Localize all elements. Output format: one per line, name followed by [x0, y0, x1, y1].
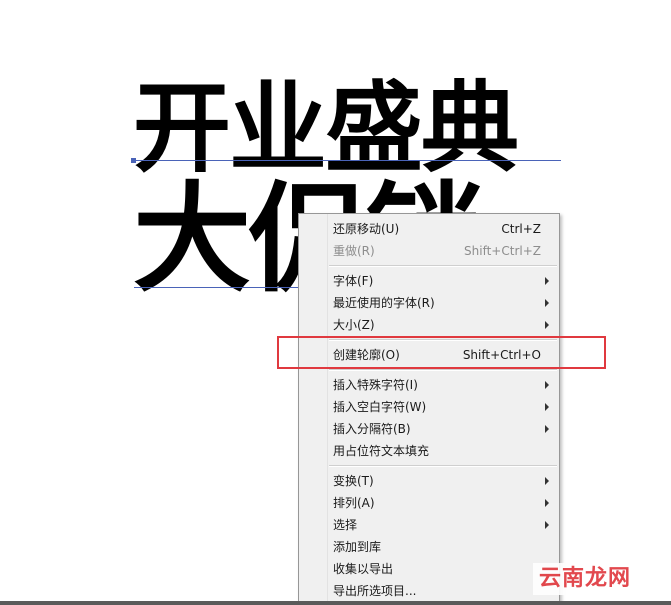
submenu-arrow-icon: [545, 299, 549, 307]
submenu-arrow-icon: [545, 477, 549, 485]
menu-item-transform[interactable]: 变换(T): [299, 470, 559, 492]
watermark-logo: 云南龙网: [533, 563, 637, 595]
menu-item-shortcut: Ctrl+Z: [501, 222, 541, 236]
menu-item-size[interactable]: 大小(Z): [299, 314, 559, 336]
submenu-arrow-icon: [545, 499, 549, 507]
menu-separator: [329, 339, 557, 341]
menu-item-insert-break[interactable]: 插入分隔符(B): [299, 418, 559, 440]
menu-item-arrange[interactable]: 排列(A): [299, 492, 559, 514]
headline-text-line1[interactable]: 开业盛典: [133, 80, 519, 178]
menu-item-label: 大小(Z): [333, 318, 375, 332]
menu-item-shortcut: Shift+Ctrl+O: [462, 348, 541, 362]
menu-item-fill-placeholder[interactable]: 用占位符文本填充: [299, 440, 559, 462]
menu-item-label: 收集以导出: [333, 562, 394, 576]
menu-item-recent-fonts[interactable]: 最近使用的字体(R): [299, 292, 559, 314]
submenu-arrow-icon: [545, 403, 549, 411]
menu-separator: [329, 369, 557, 371]
menu-item-label: 变换(T): [333, 474, 374, 488]
menu-item-undo[interactable]: 还原移动(U) Ctrl+Z: [299, 218, 559, 240]
menu-separator: [329, 465, 557, 467]
menu-item-collect-export[interactable]: 收集以导出: [299, 558, 559, 580]
menu-item-label: 创建轮廓(O): [333, 348, 400, 362]
submenu-arrow-icon: [545, 425, 549, 433]
menu-item-label: 插入空白字符(W): [333, 400, 427, 414]
context-menu: 还原移动(U) Ctrl+Z 重做(R) Shift+Ctrl+Z 字体(F) …: [298, 213, 560, 605]
menu-item-font[interactable]: 字体(F): [299, 270, 559, 292]
menu-item-label: 添加到库: [333, 540, 382, 554]
text-baseline-2: [134, 287, 300, 288]
menu-item-label: 字体(F): [333, 274, 374, 288]
menu-item-export-selection[interactable]: 导出所选项目...: [299, 580, 559, 602]
menu-item-label: 插入分隔符(B): [333, 422, 411, 436]
menu-item-label: 还原移动(U): [333, 222, 400, 236]
menu-item-label: 用占位符文本填充: [333, 444, 430, 458]
menu-item-select[interactable]: 选择: [299, 514, 559, 536]
submenu-arrow-icon: [545, 277, 549, 285]
menu-item-insert-whitespace[interactable]: 插入空白字符(W): [299, 396, 559, 418]
menu-item-label: 排列(A): [333, 496, 375, 510]
menu-item-insert-special-char[interactable]: 插入特殊字符(I): [299, 374, 559, 396]
menu-item-add-to-library[interactable]: 添加到库: [299, 536, 559, 558]
menu-item-shortcut: Shift+Ctrl+Z: [464, 244, 541, 258]
submenu-arrow-icon: [545, 521, 549, 529]
menu-separator: [329, 265, 557, 267]
text-anchor-point[interactable]: [131, 158, 136, 163]
submenu-arrow-icon: [545, 321, 549, 329]
submenu-arrow-icon: [545, 381, 549, 389]
menu-item-label: 重做(R): [333, 244, 375, 258]
menu-item-label: 选择: [333, 518, 358, 532]
text-baseline-1: [134, 160, 561, 161]
bottom-scrollbar-edge: [0, 601, 671, 605]
menu-item-redo: 重做(R) Shift+Ctrl+Z: [299, 240, 559, 262]
menu-item-label: 导出所选项目...: [333, 584, 417, 598]
menu-item-label: 最近使用的字体(R): [333, 296, 435, 310]
menu-item-create-outlines[interactable]: 创建轮廓(O) Shift+Ctrl+O: [299, 344, 559, 366]
menu-item-label: 插入特殊字符(I): [333, 378, 418, 392]
